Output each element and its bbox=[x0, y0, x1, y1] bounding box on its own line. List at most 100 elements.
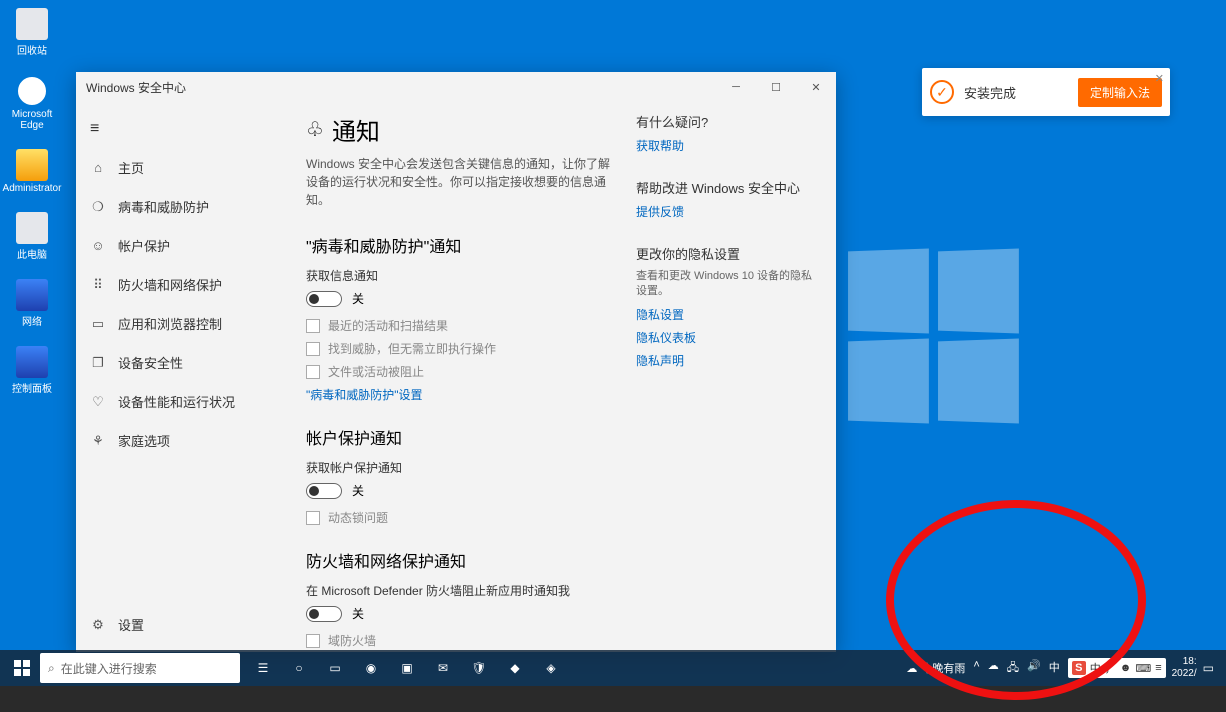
page-title-text: 通知 bbox=[332, 112, 380, 147]
virus-settings-link[interactable]: "病毒和威胁防护"设置 bbox=[306, 386, 616, 403]
get-help-link[interactable]: 获取帮助 bbox=[636, 137, 816, 154]
checkbox-label: 动态锁问题 bbox=[328, 509, 388, 526]
app-icon[interactable]: ◈ bbox=[534, 650, 568, 686]
shield-icon: ❍ bbox=[90, 199, 106, 215]
home-icon: ⌂ bbox=[90, 160, 106, 176]
ime-keyboard-icon: ⌨ bbox=[1135, 662, 1151, 675]
explorer-icon[interactable]: ▭ bbox=[318, 650, 352, 686]
customize-ime-button[interactable]: 定制输入法 bbox=[1078, 78, 1162, 107]
sidebar-item-account[interactable]: ☺ 帐户保护 bbox=[76, 226, 296, 265]
taskbar: ⌕ 在此键入进行搜索 ☰ ○ ▭ ◉ ▣ ✉ 🛡 ◆ ◈ ☁ 今晚有雨 ˄ ☁ … bbox=[0, 650, 1226, 686]
desktop-icon-label: 控制面板 bbox=[12, 380, 52, 395]
install-complete-toast: ✓ 安装完成 定制输入法 ✕ bbox=[922, 68, 1170, 116]
store-icon[interactable]: ▣ bbox=[390, 650, 424, 686]
search-icon: ⌕ bbox=[48, 661, 55, 676]
tray-expand-icon[interactable]: ˄ bbox=[971, 659, 981, 678]
sidebar-item-home[interactable]: ⌂主页 bbox=[76, 148, 296, 187]
sidebar-item-label: 帐户保护 bbox=[118, 236, 170, 255]
section-account: 帐户保护通知 获取帐户保护通知 关 动态锁问题 bbox=[306, 425, 616, 526]
pc-icon bbox=[16, 212, 48, 244]
bell-icon: ♧ bbox=[306, 117, 324, 142]
onedrive-icon[interactable]: ☁ bbox=[986, 659, 1001, 678]
toast-text: 安装完成 bbox=[964, 83, 1016, 102]
weather-icon: ☁ bbox=[906, 662, 917, 675]
side-heading: 帮助改进 Windows 安全中心 bbox=[636, 178, 816, 197]
desktop-icon-pc[interactable]: 此电脑 bbox=[8, 212, 56, 261]
network-icon bbox=[16, 279, 48, 311]
checkbox-threat-found[interactable] bbox=[306, 342, 320, 356]
sidebar-item-firewall[interactable]: ⠿ 防火墙和网络保护 bbox=[76, 265, 296, 304]
network-tray-icon[interactable]: 🖧 bbox=[1005, 659, 1021, 678]
notification-center-icon[interactable]: ▭ bbox=[1203, 661, 1214, 675]
desktop-icon-user[interactable]: Administrator bbox=[8, 149, 56, 194]
hamburger-button[interactable]: ≡ bbox=[76, 110, 296, 148]
firewall-icon: ⠿ bbox=[90, 277, 106, 293]
device-icon: ❐ bbox=[90, 355, 106, 371]
toggle-caption: 获取帐户保护通知 bbox=[306, 459, 616, 476]
volume-icon[interactable]: 🔊 bbox=[1025, 659, 1043, 678]
minimize-button[interactable]: ─ bbox=[716, 72, 756, 102]
start-button[interactable] bbox=[4, 650, 40, 686]
ime-punct-icon: ， bbox=[1105, 660, 1116, 676]
weather-text: 今晚有雨 bbox=[921, 660, 965, 676]
control-panel-icon bbox=[16, 346, 48, 378]
sidebar-item-label: 病毒和威胁防护 bbox=[118, 197, 209, 216]
close-button[interactable]: ✕ bbox=[796, 72, 836, 102]
desktop-icon-label: Administrator bbox=[3, 183, 62, 194]
mail-icon[interactable]: ✉ bbox=[426, 650, 460, 686]
toggle-state: 关 bbox=[352, 482, 364, 499]
sidebar-item-label: 家庭选项 bbox=[118, 431, 170, 450]
desktop-icon-label: 回收站 bbox=[17, 42, 47, 57]
weather-widget[interactable]: ☁ 今晚有雨 bbox=[906, 660, 965, 676]
app-icon[interactable]: ◆ bbox=[498, 650, 532, 686]
maximize-button[interactable]: ☐ bbox=[756, 72, 796, 102]
desktop-icon-network[interactable]: 网络 bbox=[8, 279, 56, 328]
cortana-icon[interactable]: ○ bbox=[282, 650, 316, 686]
taskbar-clock[interactable]: 18: 2022/ bbox=[1172, 656, 1197, 680]
toggle-caption: 获取信息通知 bbox=[306, 267, 616, 284]
taskbar-search[interactable]: ⌕ 在此键入进行搜索 bbox=[40, 653, 240, 683]
sidebar-item-virus[interactable]: ❍ 病毒和威胁防护 bbox=[76, 187, 296, 226]
account-toggle[interactable] bbox=[306, 483, 342, 499]
titlebar[interactable]: Windows 安全中心 ─ ☐ ✕ bbox=[76, 72, 836, 102]
family-icon: ⚘ bbox=[90, 433, 106, 449]
sidebar-item-label: 防火墙和网络保护 bbox=[118, 275, 222, 294]
checkbox-domain-fw[interactable] bbox=[306, 634, 320, 648]
gear-icon: ⚙ bbox=[90, 617, 106, 633]
virus-info-toggle[interactable] bbox=[306, 291, 342, 307]
window-title: Windows 安全中心 bbox=[86, 79, 186, 96]
security-taskbar-icon[interactable]: 🛡 bbox=[462, 650, 496, 686]
system-tray: ˄ ☁ 🖧 🔊 中 bbox=[971, 659, 1061, 678]
firewall-toggle[interactable] bbox=[306, 606, 342, 622]
ime-mode: 中 bbox=[1090, 660, 1101, 676]
toggle-caption: 在 Microsoft Defender 防火墙阻止新应用时通知我 bbox=[306, 582, 616, 599]
sidebar-item-device[interactable]: ❐ 设备安全性 bbox=[76, 343, 296, 382]
side-description: 查看和更改 Windows 10 设备的隐私设置。 bbox=[636, 269, 816, 300]
person-icon: ☺ bbox=[90, 238, 106, 254]
recycle-bin-icon bbox=[16, 8, 48, 40]
privacy-dashboard-link[interactable]: 隐私仪表板 bbox=[636, 329, 816, 346]
checkbox-scan-results[interactable] bbox=[306, 319, 320, 333]
sidebar-item-app[interactable]: ▭应用和浏览器控制 bbox=[76, 304, 296, 343]
edge-taskbar-icon[interactable]: ◉ bbox=[354, 650, 388, 686]
sidebar-item-settings[interactable]: ⚙ 设置 bbox=[76, 605, 296, 644]
privacy-statement-link[interactable]: 隐私声明 bbox=[636, 352, 816, 369]
toggle-state: 关 bbox=[352, 605, 364, 622]
ime-indicator[interactable]: 中 bbox=[1047, 659, 1062, 678]
sogou-ime-bar[interactable]: S 中 ， ☻ ⌨ ≡ bbox=[1068, 658, 1166, 678]
toast-close-button[interactable]: ✕ bbox=[1155, 72, 1164, 85]
task-view-button[interactable]: ☰ bbox=[246, 650, 280, 686]
sidebar-item-label: 设置 bbox=[118, 615, 144, 634]
privacy-settings-link[interactable]: 隐私设置 bbox=[636, 306, 816, 323]
sidebar-item-label: 应用和浏览器控制 bbox=[118, 314, 222, 333]
checkbox-blocked[interactable] bbox=[306, 365, 320, 379]
sidebar-item-label: 设备安全性 bbox=[118, 353, 183, 372]
checkbox-dynamic-lock[interactable] bbox=[306, 511, 320, 525]
sidebar-item-health[interactable]: ♡设备性能和运行状况 bbox=[76, 382, 296, 421]
desktop-icon-recycle[interactable]: 回收站 bbox=[8, 8, 56, 57]
desktop-icon-control[interactable]: 控制面板 bbox=[8, 346, 56, 395]
desktop-icon-edge[interactable]: Microsoft Edge bbox=[8, 75, 56, 131]
sidebar-item-family[interactable]: ⚘ 家庭选项 bbox=[76, 421, 296, 460]
feedback-link[interactable]: 提供反馈 bbox=[636, 203, 816, 220]
sidebar-item-label: 设备性能和运行状况 bbox=[118, 392, 235, 411]
